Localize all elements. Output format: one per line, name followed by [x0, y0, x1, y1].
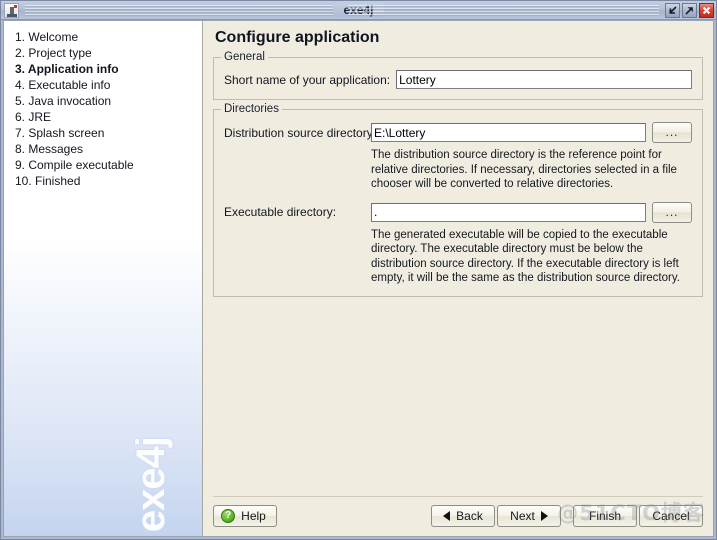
page-title: Configure application: [215, 29, 703, 47]
close-button[interactable]: [699, 3, 714, 18]
main-panel: Configure application General Short name…: [203, 21, 713, 536]
exe4j-app-icon: [4, 3, 19, 18]
help-button-label: Help: [241, 509, 266, 523]
exe4j-wizard-window: exe4j 1: [0, 0, 717, 540]
distribution-source-row: Distribution source directory: ...: [224, 122, 692, 143]
sidebar-step-executable-info[interactable]: 4. Executable info: [14, 77, 202, 93]
short-name-label: Short name of your application:: [224, 73, 390, 87]
next-button[interactable]: Next: [497, 505, 561, 527]
maximize-button[interactable]: [682, 3, 697, 18]
sidebar-step-messages[interactable]: 8. Messages: [14, 141, 202, 157]
finish-button[interactable]: Finish: [573, 505, 637, 527]
directories-group-legend: Directories: [221, 103, 282, 115]
window-content: 1. Welcome 2. Project type 3. Applicatio…: [3, 20, 714, 537]
minimize-button[interactable]: [665, 3, 680, 18]
sidebar-step-jre[interactable]: 6. JRE: [14, 109, 202, 125]
short-name-row: Short name of your application:: [224, 70, 692, 89]
wizard-footer: ? Help Back Next Finish Cancel: [213, 496, 703, 536]
next-button-label: Next: [510, 509, 535, 523]
titlebar-grip-right: [348, 5, 659, 16]
sidebar-step-compile-executable[interactable]: 9. Compile executable: [14, 157, 202, 173]
distribution-source-help-text: The distribution source directory is the…: [371, 148, 692, 192]
sidebar-step-welcome[interactable]: 1. Welcome: [14, 29, 202, 45]
general-group: General Short name of your application:: [213, 57, 703, 100]
wizard-step-sidebar: 1. Welcome 2. Project type 3. Applicatio…: [4, 21, 203, 536]
back-button-label: Back: [456, 509, 483, 523]
button-separator: [563, 505, 571, 527]
arrow-down-left-icon: [666, 4, 679, 17]
distribution-source-label: Distribution source directory:: [224, 126, 365, 140]
sidebar-step-java-invocation[interactable]: 5. Java invocation: [14, 93, 202, 109]
navigation-buttons: Back Next Finish Cancel: [431, 505, 703, 527]
help-button[interactable]: ? Help: [213, 505, 277, 527]
executable-directory-browse-button[interactable]: ...: [652, 202, 692, 223]
executable-directory-help-text: The generated executable will be copied …: [371, 228, 692, 286]
executable-directory-row: Executable directory: ...: [224, 202, 692, 223]
back-button[interactable]: Back: [431, 505, 495, 527]
distribution-source-input[interactable]: [371, 123, 646, 142]
title-bar: exe4j: [1, 1, 716, 20]
general-group-legend: General: [221, 51, 268, 63]
sidebar-step-finished[interactable]: 10. Finished: [14, 173, 202, 189]
exe4j-brand-logo: exe4j: [131, 437, 171, 532]
chevron-left-icon: [443, 511, 450, 521]
main-filler: [213, 306, 703, 497]
distribution-source-browse-button[interactable]: ...: [652, 122, 692, 143]
window-controls: [665, 3, 714, 18]
executable-directory-input[interactable]: [371, 203, 646, 222]
short-name-input[interactable]: [396, 70, 692, 89]
sidebar-step-application-info[interactable]: 3. Application info: [14, 61, 202, 77]
sidebar-step-splash-screen[interactable]: 7. Splash screen: [14, 125, 202, 141]
titlebar-grip-left: [25, 5, 336, 16]
arrow-up-right-icon: [683, 4, 696, 17]
executable-directory-label: Executable directory:: [224, 205, 365, 219]
close-x-icon: [700, 4, 713, 17]
question-mark-icon: ?: [221, 509, 235, 523]
sidebar-step-project-type[interactable]: 2. Project type: [14, 45, 202, 61]
directories-group: Directories Distribution source director…: [213, 109, 703, 297]
chevron-right-icon: [541, 511, 548, 521]
cancel-button[interactable]: Cancel: [639, 505, 703, 527]
